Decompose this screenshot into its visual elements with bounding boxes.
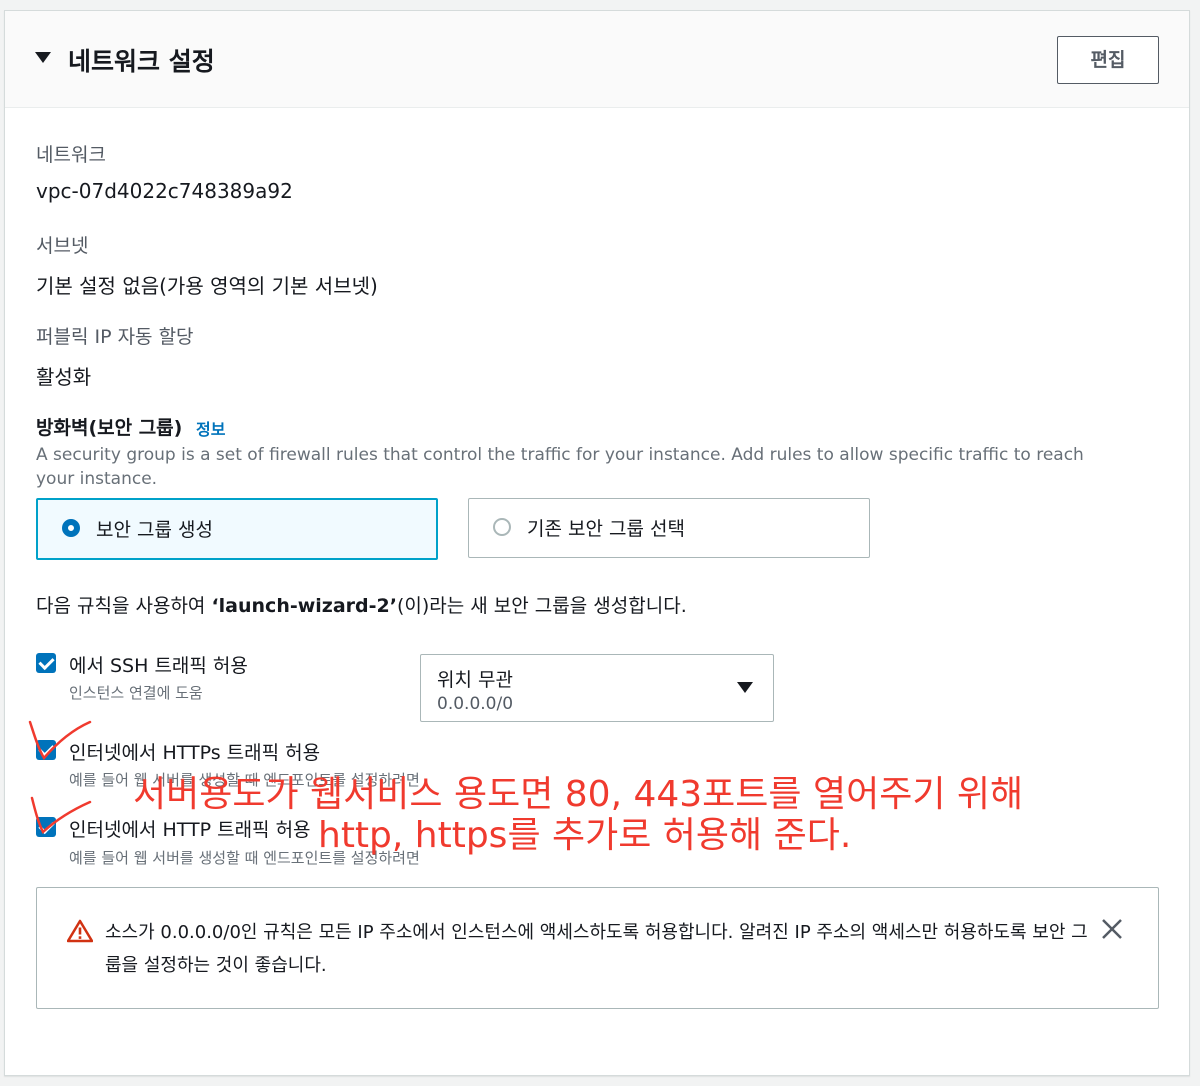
radio-label: 보안 그룹 생성 <box>96 519 213 541</box>
caret-down-icon[interactable] <box>35 52 51 63</box>
security-group-heading: 방화벽(보안 그룹) <box>36 417 183 439</box>
subnet-label: 서브넷 <box>36 235 89 257</box>
rule-ssh-label: 에서 SSH 트래픽 허용 <box>69 655 248 677</box>
security-group-description: A security group is a set of firewall ru… <box>36 445 1084 489</box>
radio-selected-icon <box>62 519 80 537</box>
security-group-name: ‘launch-wizard-2’ <box>211 595 397 617</box>
edit-button[interactable]: 편집 <box>1057 36 1159 84</box>
create-group-description: 다음 규칙을 사용하여 ‘launch-wizard-2’(이)라는 새 보안 … <box>36 591 687 618</box>
ssh-source-select[interactable]: 위치 무관 0.0.0.0/0 <box>420 654 774 722</box>
rule-ssh-help: 인스턴스 연결에 도움 <box>69 684 203 702</box>
warning-text: 소스가 0.0.0.0/0인 규칙은 모든 IP 주소에서 인스턴스에 액세스하… <box>105 922 1088 976</box>
warning-alert: 소스가 0.0.0.0/0인 규칙은 모든 IP 주소에서 인스턴스에 액세스하… <box>36 887 1159 1009</box>
source-select-label: 위치 무관 <box>437 669 513 691</box>
warning-icon <box>67 919 93 943</box>
subnet-value: 기본 설정 없음(가용 영역의 기본 서브넷) <box>36 274 378 298</box>
radio-unselected-icon <box>493 518 511 536</box>
rule-https-label: 인터넷에서 HTTPs 트래픽 허용 <box>69 742 321 764</box>
annotation-line-1: 서버용도가 웹서비스 용도면 80, 443포트를 열어주기 위해 <box>133 774 1024 815</box>
public-ip-label: 퍼블릭 IP 자동 할당 <box>36 326 194 348</box>
info-link[interactable]: 정보 <box>196 416 225 440</box>
radio-label: 기존 보안 그룹 선택 <box>527 518 685 540</box>
panel-header: 네트워크 설정 편집 <box>5 11 1189 108</box>
annotation-checkmark-icon <box>30 796 92 835</box>
public-ip-value: 활성화 <box>36 365 92 389</box>
close-icon[interactable] <box>1101 918 1123 940</box>
network-value: vpc-07d4022c748389a92 <box>36 179 293 203</box>
panel-title[interactable]: 네트워크 설정 <box>68 42 215 78</box>
radio-create-security-group[interactable]: 보안 그룹 생성 <box>36 498 438 560</box>
create-desc-suffix: (이)라는 새 보안 그룹을 생성합니다. <box>396 595 687 617</box>
network-label: 네트워크 <box>36 144 106 166</box>
annotation-checkmark-icon <box>28 720 92 761</box>
chevron-down-icon <box>737 682 753 693</box>
source-select-value: 0.0.0.0/0 <box>437 694 514 714</box>
create-desc-prefix: 다음 규칙을 사용하여 <box>36 595 212 617</box>
network-settings-panel: 네트워크 설정 편집 네트워크 vpc-07d4022c748389a92 서브… <box>4 10 1190 1076</box>
radio-select-existing-group[interactable]: 기존 보안 그룹 선택 <box>468 498 870 558</box>
rule-http-label: 인터넷에서 HTTP 트래픽 허용 <box>69 819 311 841</box>
checkbox-ssh[interactable] <box>36 653 56 673</box>
annotation-line-2: http, https를 추가로 허용해 준다. <box>318 815 852 856</box>
